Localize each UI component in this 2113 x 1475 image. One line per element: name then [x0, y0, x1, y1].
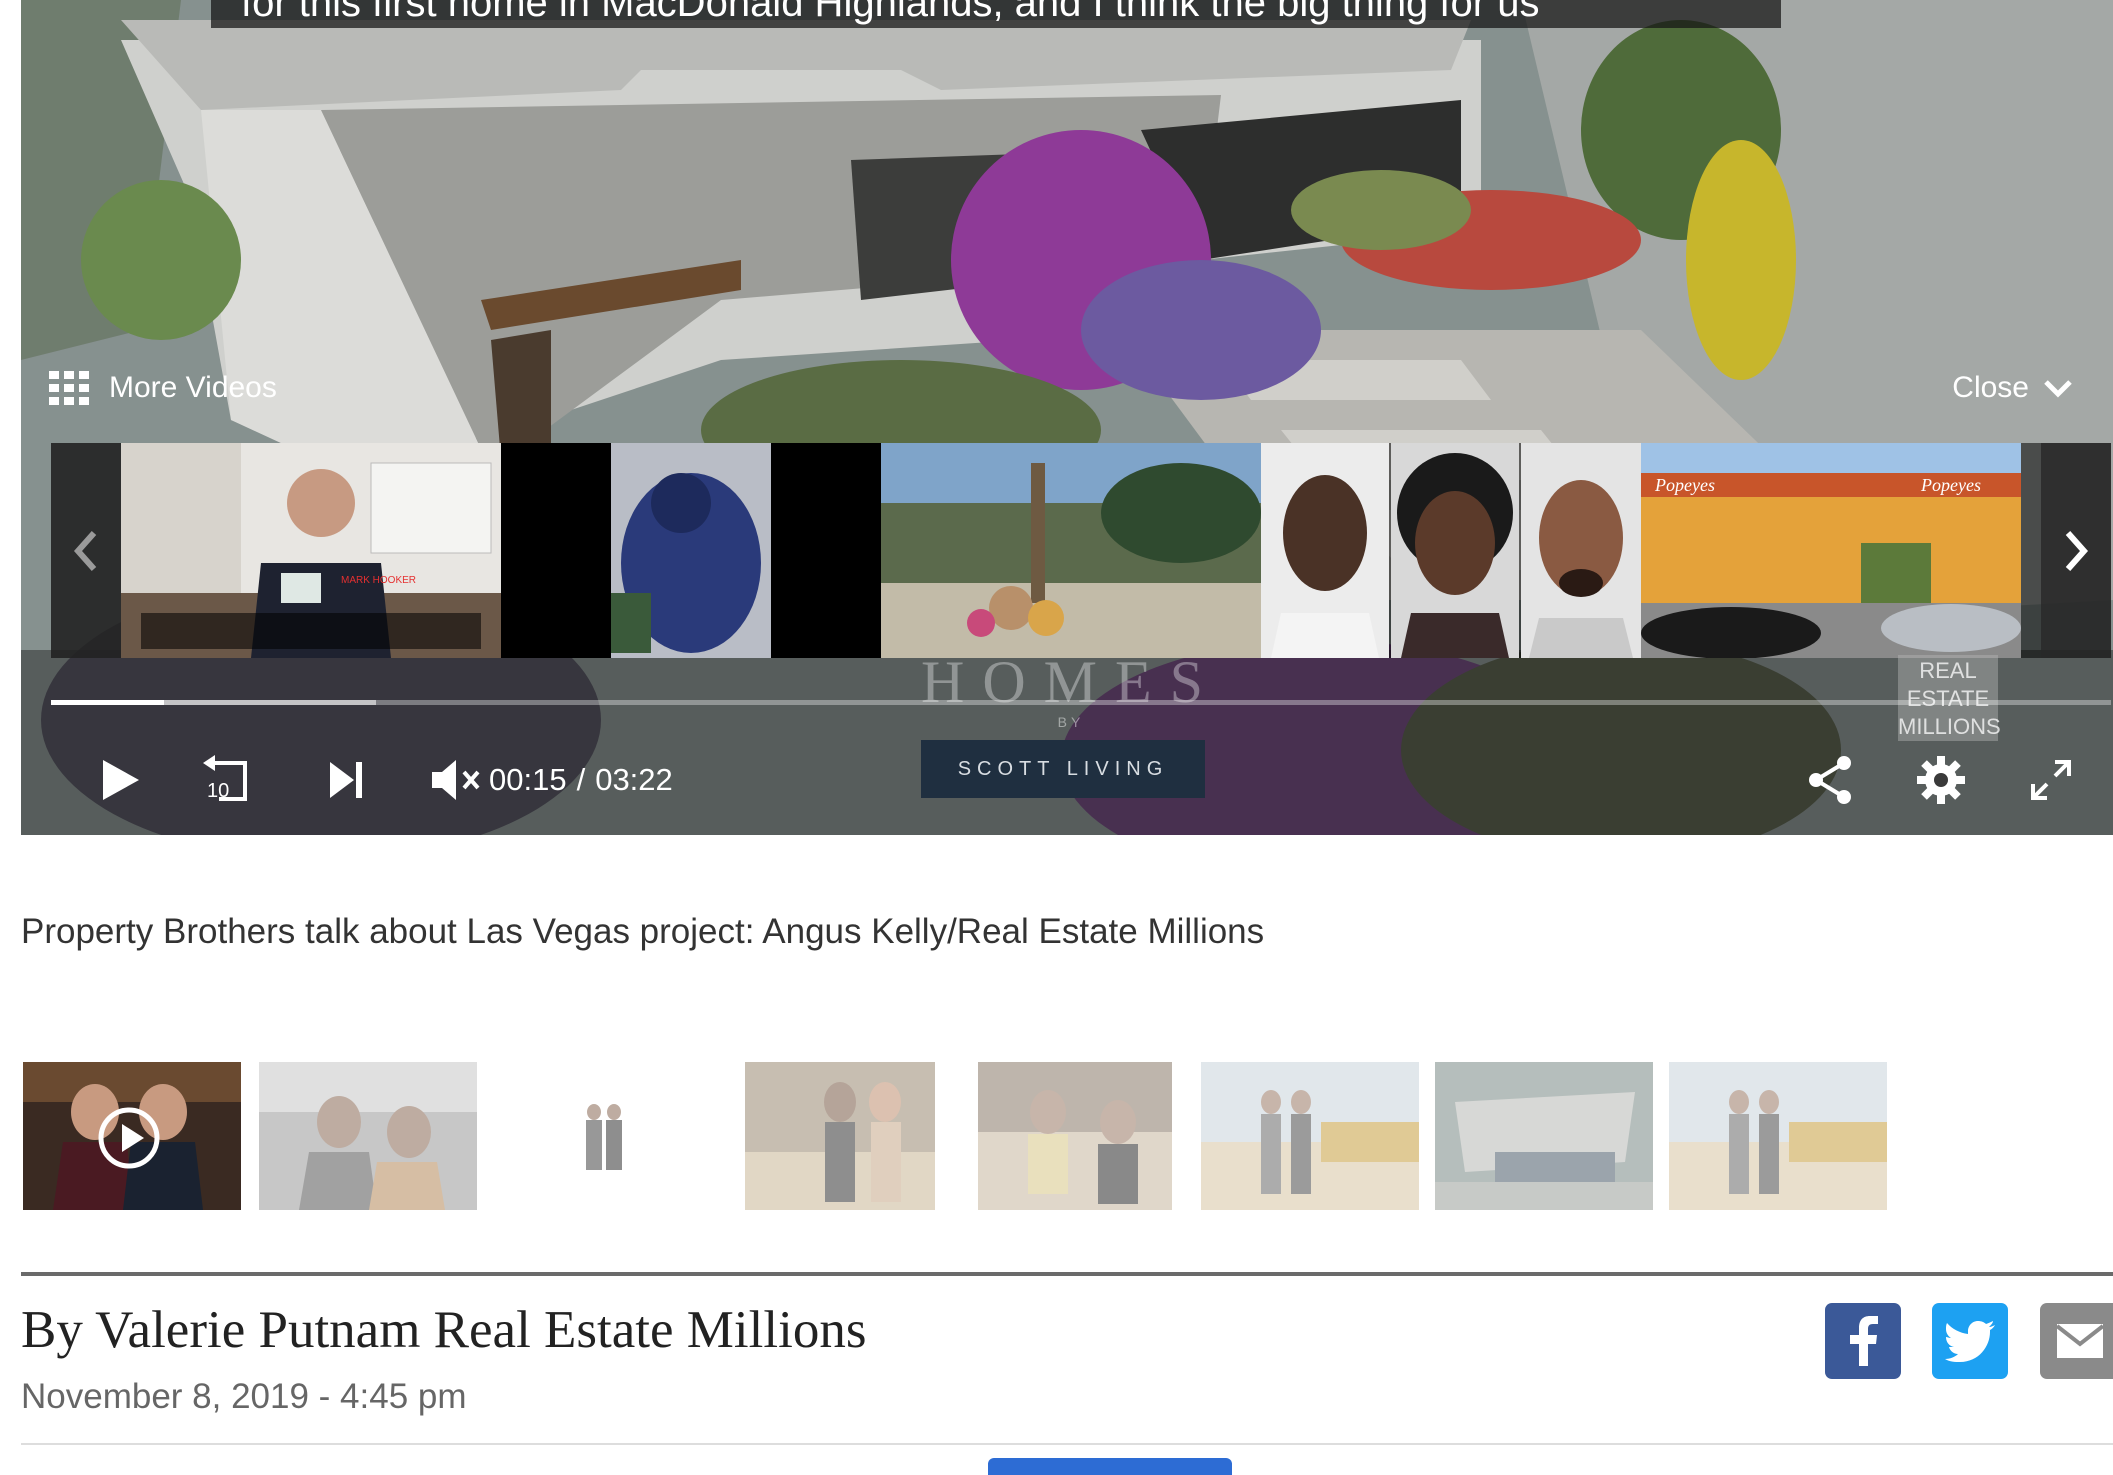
- strip-thumb-4[interactable]: [745, 1062, 935, 1210]
- email-share-button[interactable]: [2040, 1303, 2113, 1379]
- kitchen-host-image: MARK HOOKER: [121, 443, 501, 658]
- article-date: November 8, 2019 - 4:45 pm: [21, 1377, 467, 1416]
- video-player[interactable]: for this first home in MacDonald Highlan…: [21, 0, 2113, 835]
- article-byline: By Valerie Putnam Real Estate Millions: [21, 1301, 867, 1359]
- house-render-thumb: [1435, 1062, 1653, 1210]
- cut-off-heading: [21, 1462, 981, 1475]
- time-separator: /: [576, 762, 586, 797]
- strip-thumb-2[interactable]: [259, 1062, 477, 1210]
- play-circle-icon: [98, 1107, 160, 1169]
- chevron-left-icon: [73, 530, 97, 571]
- section-divider-light: [21, 1443, 2113, 1445]
- close-label: Close: [1952, 371, 2029, 404]
- homes-watermark: HOMES: [920, 649, 1222, 715]
- twitter-icon: [1945, 1321, 1995, 1362]
- carousel-prev-button[interactable]: [51, 443, 121, 658]
- mugshot-man-2-image: [1521, 443, 1641, 658]
- mute-icon: [432, 760, 480, 800]
- facebook-icon: [1850, 1316, 1878, 1366]
- mugshot-woman-image: [1391, 443, 1519, 658]
- chevron-down-icon: [2044, 380, 2072, 398]
- strip-thumb-5[interactable]: [978, 1062, 1172, 1210]
- brothers-couch-thumb: [978, 1062, 1172, 1210]
- carousel-thumb-blue-figure[interactable]: [611, 443, 771, 658]
- carousel-thumb-kitchen-host[interactable]: MARK HOOKER: [121, 443, 501, 658]
- scott-living-logo: SCOTT LIVING: [921, 740, 1205, 798]
- more-videos-carousel: MARK HOOKER Popeyes Popeyes: [51, 443, 2111, 658]
- more-videos-label: More Videos: [109, 371, 277, 404]
- fullscreen-button[interactable]: [2011, 740, 2091, 820]
- real-estate-millions-watermark: REAL ESTATE MILLIONS: [1898, 655, 2001, 741]
- fullscreen-icon: [2031, 760, 2071, 800]
- carousel-thumb-memorial-yard[interactable]: [881, 443, 1261, 658]
- seek-bar[interactable]: [51, 700, 2111, 705]
- brothers-site-thumb: [1201, 1062, 1419, 1210]
- carousel-thumb-black-gap-1: [501, 443, 611, 658]
- strip-thumb-3[interactable]: [549, 1062, 659, 1210]
- more-videos-button[interactable]: More Videos: [49, 368, 277, 408]
- carousel-thumb-popeyes[interactable]: Popeyes Popeyes: [1641, 443, 2021, 658]
- duration: 03:22: [595, 762, 673, 797]
- brothers-outdoor-thumb: [259, 1062, 477, 1210]
- close-carousel-button[interactable]: Close: [1952, 368, 2073, 408]
- by-watermark: BY: [1057, 714, 1085, 730]
- share-icon: [1809, 756, 1851, 804]
- memorial-yard-image: [881, 443, 1261, 658]
- replay-10-icon: 10: [203, 755, 247, 802]
- carousel-thumb-mugshot-man-2[interactable]: [1521, 443, 1641, 658]
- settings-button[interactable]: [1901, 740, 1981, 820]
- strip-thumb-8[interactable]: [1669, 1062, 1887, 1210]
- share-button[interactable]: [1791, 740, 1871, 820]
- strip-thumb-7[interactable]: [1435, 1062, 1653, 1210]
- section-divider: [21, 1272, 2113, 1276]
- mute-button[interactable]: [416, 740, 496, 820]
- scott-living-label: SCOTT LIVING: [957, 757, 1169, 780]
- rem-line-3: MILLIONS: [1898, 714, 2001, 739]
- brothers-kitchen-thumb: [745, 1062, 935, 1210]
- mugshot-man-1-image: [1261, 443, 1389, 658]
- brothers-standing-thumb: [549, 1062, 659, 1210]
- thumb-caption-mark-hooker: MARK HOOKER: [341, 575, 416, 586]
- rem-line-2: ESTATE: [1906, 686, 1990, 711]
- popeyes-sign-left: Popeyes: [1654, 475, 1715, 495]
- skip-next-button[interactable]: [306, 740, 386, 820]
- cut-off-button[interactable]: [988, 1458, 1232, 1475]
- replay-10-button[interactable]: 10: [186, 740, 266, 820]
- video-title: Property Brothers talk about Las Vegas p…: [21, 912, 1265, 951]
- rem-line-1: REAL: [1919, 658, 1977, 683]
- current-time: 00:15: [489, 762, 567, 797]
- popeyes-storefront-image: Popeyes Popeyes: [1641, 443, 2021, 658]
- carousel-thumb-black-gap-2: [771, 443, 881, 658]
- play-icon: [103, 760, 139, 800]
- carousel-thumb-mugshot-man-1[interactable]: [1261, 443, 1389, 658]
- carousel-next-button[interactable]: [2041, 443, 2111, 658]
- gear-icon: [1917, 756, 1965, 804]
- subtitle-caption: for this first home in MacDonald Highlan…: [211, 0, 1781, 28]
- replay-seconds-label: 10: [207, 780, 229, 802]
- popeyes-sign-right: Popeyes: [1920, 475, 1981, 495]
- skip-next-icon: [330, 762, 362, 798]
- strip-thumb-6[interactable]: [1201, 1062, 1419, 1210]
- facebook-share-button[interactable]: [1825, 1303, 1901, 1379]
- strip-thumb-1-active[interactable]: [23, 1062, 241, 1210]
- time-display: 00:15 / 03:22: [489, 740, 673, 820]
- carousel-thumb-mugshot-woman[interactable]: [1391, 443, 1519, 658]
- seek-bar-played: [51, 700, 164, 705]
- chevron-right-icon: [2065, 530, 2089, 571]
- grid-icon: [49, 371, 89, 405]
- twitter-share-button[interactable]: [1932, 1303, 2008, 1379]
- brothers-site-thumb-2: [1669, 1062, 1887, 1210]
- blue-figure-image: [611, 443, 771, 658]
- play-button[interactable]: [81, 740, 161, 820]
- mail-icon: [2055, 1324, 2105, 1358]
